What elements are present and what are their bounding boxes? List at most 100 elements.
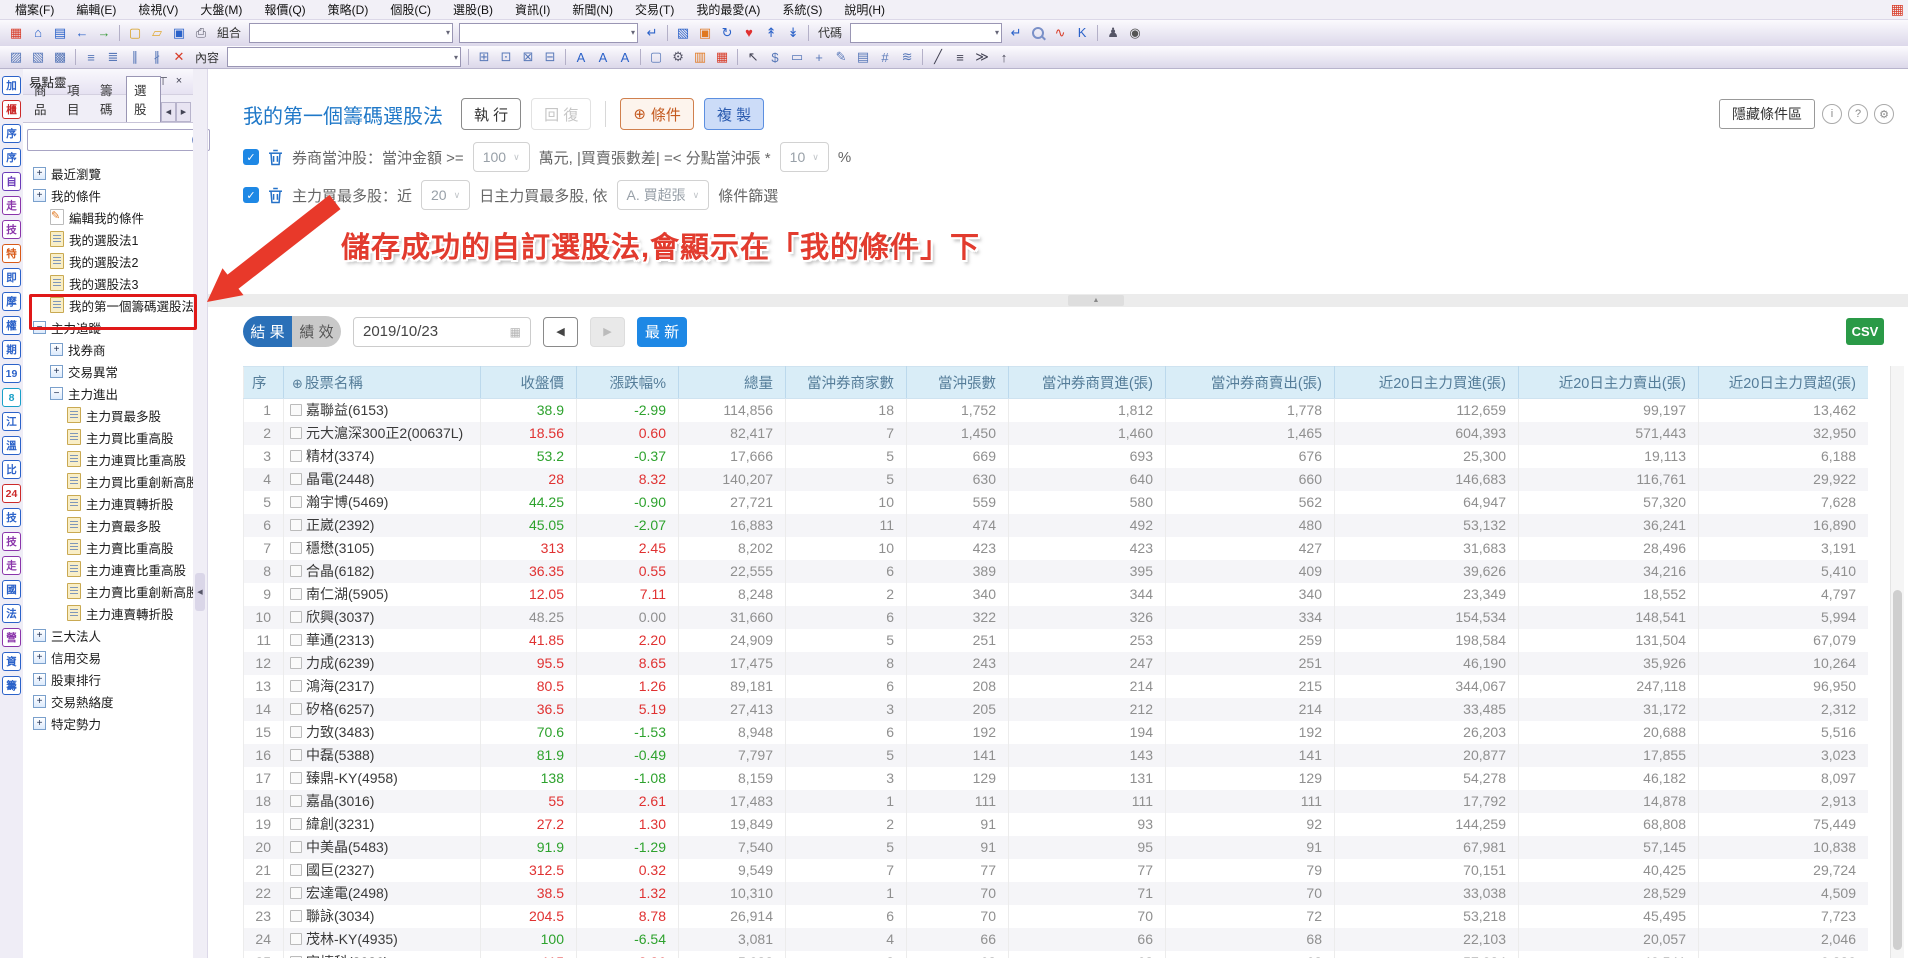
row-checkbox[interactable]: [290, 450, 302, 462]
table-row[interactable]: 17臻鼎-KY(4958)138-1.088,159312913112954,2…: [244, 767, 1869, 790]
table-row[interactable]: 22宏達電(2498)38.51.3210,310170717033,03828…: [244, 882, 1869, 905]
help-icon[interactable]: ?: [1848, 104, 1868, 124]
column-header-3[interactable]: 收盤價: [481, 367, 577, 399]
quick-launch-icon[interactable]: 即: [2, 268, 21, 287]
tree-item[interactable]: 主力賣比重創新高股: [23, 580, 193, 602]
row-checkbox[interactable]: [290, 588, 302, 600]
quick-launch-icon[interactable]: 籌: [2, 676, 21, 695]
table-row[interactable]: 8合晶(6182)36.350.5522,555638939540939,626…: [244, 560, 1869, 583]
copy-page-icon[interactable]: ▨: [6, 48, 26, 66]
open-folder-icon[interactable]: ▱: [147, 24, 167, 42]
table-row[interactable]: 11華通(2313)41.852.2024,9095251253259198,5…: [244, 629, 1869, 652]
arrow-tool-icon[interactable]: ↑: [994, 48, 1014, 66]
quick-launch-icon[interactable]: 加: [2, 76, 21, 95]
tab-籌碼[interactable]: 籌碼: [93, 77, 126, 122]
price-tool-icon[interactable]: $: [765, 48, 785, 66]
settings-gear-icon[interactable]: ⚙: [668, 48, 688, 66]
rect-tool-icon[interactable]: ▭: [787, 48, 807, 66]
screenshot-camera-icon[interactable]: ◉: [1125, 24, 1145, 42]
trend-line-icon[interactable]: ∿: [1050, 24, 1070, 42]
row-checkbox[interactable]: [290, 726, 302, 738]
tabs-scroll-left-icon[interactable]: ◀: [161, 102, 176, 122]
save-icon[interactable]: ▣: [169, 24, 189, 42]
window2-icon[interactable]: ▢: [646, 48, 666, 66]
tab-選股[interactable]: 選股: [126, 76, 161, 122]
duplicate-icon[interactable]: ▩: [50, 48, 70, 66]
column-header-8[interactable]: 當沖券商買進(張): [1009, 367, 1166, 399]
table-row[interactable]: 4晶電(2448)288.32140,2075630640660146,6831…: [244, 468, 1869, 491]
column-header-6[interactable]: 當沖券商家數: [786, 367, 907, 399]
column-header-4[interactable]: 漲跌幅%: [577, 367, 679, 399]
column-header-5[interactable]: 總量: [679, 367, 786, 399]
row-checkbox[interactable]: [290, 496, 302, 508]
search-icon[interactable]: [1028, 24, 1048, 42]
quick-launch-icon[interactable]: 序: [2, 124, 21, 143]
row-checkbox[interactable]: [290, 795, 302, 807]
quick-launch-icon[interactable]: 技: [2, 220, 21, 239]
close-icon[interactable]: ×: [171, 73, 187, 89]
draw-tool-icon[interactable]: ✎: [831, 48, 851, 66]
table-scrollbar[interactable]: [1890, 366, 1904, 958]
table-row[interactable]: 13鴻海(2317)80.51.2689,1816208214215344,06…: [244, 675, 1869, 698]
menu-item[interactable]: 大盤(M): [189, 1, 253, 18]
table-row[interactable]: 6正崴(2392)45.05-2.0716,8831147449248053,1…: [244, 514, 1869, 537]
tab-項目[interactable]: 項目: [60, 77, 93, 122]
column-header-2[interactable]: ⊕股票名稱: [284, 367, 481, 399]
panel-list-icon[interactable]: ▤: [50, 24, 70, 42]
refresh-icon[interactable]: ↻: [717, 24, 737, 42]
next-day-button[interactable]: ▶: [590, 317, 625, 347]
quick-launch-icon[interactable]: 19: [2, 364, 21, 383]
row-checkbox[interactable]: [290, 542, 302, 554]
tree-toggle-icon[interactable]: +: [33, 717, 46, 730]
csv-export-button[interactable]: CSV: [1846, 318, 1884, 345]
tree-toggle-icon[interactable]: +: [50, 365, 63, 378]
calendar-icon[interactable]: ▦: [510, 325, 521, 339]
collapse-sidebar-icon[interactable]: ◀: [195, 573, 205, 611]
favorite-heart-icon[interactable]: ♥: [739, 24, 759, 42]
shop-icon[interactable]: ▥: [690, 48, 710, 66]
notes-tool-icon[interactable]: ▤: [853, 48, 873, 66]
tree-item[interactable]: 主力買比重創新高股: [23, 470, 193, 492]
table-row[interactable]: 5瀚宇博(5469)44.25-0.9027,7211055958056264,…: [244, 491, 1869, 514]
search-input[interactable]: [33, 132, 192, 148]
date-input[interactable]: 2019/10/23 ▦: [353, 317, 531, 347]
row-checkbox[interactable]: [290, 933, 302, 945]
tab-performance[interactable]: 績 效: [292, 316, 341, 347]
fib-tool-icon[interactable]: ≫: [972, 48, 992, 66]
quick-launch-icon[interactable]: 技: [2, 532, 21, 551]
tree-toggle-icon[interactable]: +: [33, 629, 46, 642]
quick-launch-icon[interactable]: 特: [2, 244, 21, 263]
row-checkbox[interactable]: [290, 404, 302, 416]
table-row[interactable]: 7穩懋(3105)3132.458,2021042342342731,68328…: [244, 537, 1869, 560]
font-up-icon[interactable]: A: [571, 48, 591, 66]
new-file-icon[interactable]: ▢: [125, 24, 145, 42]
table-row[interactable]: 2元大滬深300正2(00637L)18.560.6082,41771,4501…: [244, 422, 1869, 445]
menu-item[interactable]: 選股(B): [442, 1, 504, 18]
column-header-7[interactable]: 當沖張數: [907, 367, 1009, 399]
table-row[interactable]: 19緯創(3231)27.21.3019,8492919392144,25968…: [244, 813, 1869, 836]
tree-item[interactable]: 主力連買轉折股: [23, 492, 193, 514]
menu-item[interactable]: 資訊(I): [504, 1, 561, 18]
lock-icon[interactable]: ⊠: [518, 48, 538, 66]
menu-item[interactable]: 檢視(V): [127, 1, 189, 18]
info-icon[interactable]: i: [1822, 104, 1842, 124]
table-row[interactable]: 10欣興(3037)48.250.0031,6606322326334154,5…: [244, 606, 1869, 629]
quick-launch-icon[interactable]: 溫: [2, 436, 21, 455]
execute-button[interactable]: 執 行: [461, 98, 521, 130]
row-checkbox[interactable]: [290, 473, 302, 485]
forward-icon[interactable]: →: [94, 24, 114, 42]
hide-conditions-button[interactable]: 隱藏條件區: [1719, 99, 1815, 129]
tree-item[interactable]: +我的條件: [23, 184, 193, 206]
quick-launch-icon[interactable]: 走: [2, 556, 21, 575]
menu-item[interactable]: 新聞(N): [561, 1, 624, 18]
columns2-icon[interactable]: ∦: [147, 48, 167, 66]
column-header-9[interactable]: 當沖券商賣出(張): [1166, 367, 1335, 399]
toolbar-combobox[interactable]: ▾: [850, 23, 1002, 43]
tree-item[interactable]: 我的選股法2: [23, 250, 193, 272]
quick-launch-icon[interactable]: 櫃: [2, 100, 21, 119]
row-checkbox[interactable]: [290, 818, 302, 830]
row-checkbox[interactable]: [290, 703, 302, 715]
tree-item[interactable]: 主力買最多股: [23, 404, 193, 426]
row-checkbox[interactable]: [290, 519, 302, 531]
row-checkbox[interactable]: [290, 841, 302, 853]
